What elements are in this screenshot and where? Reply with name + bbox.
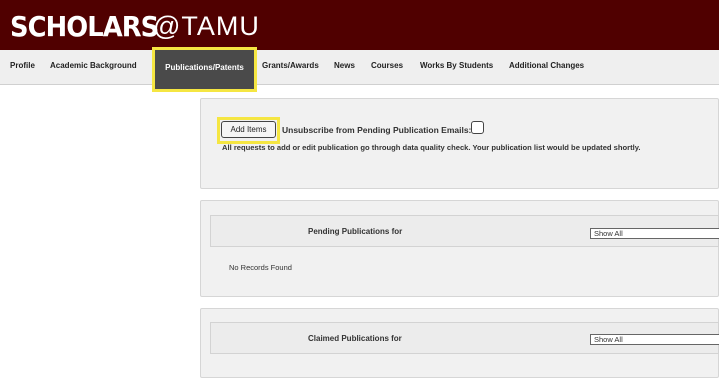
nav-item-works-by-students[interactable]: Works By Students — [420, 61, 493, 70]
claimed-publications-title: Claimed Publications for — [308, 334, 402, 343]
site-header: SCHOLARS @TAMU — [0, 0, 719, 50]
tab-publications-patents-label: Publications/Patents — [165, 63, 244, 72]
pending-filter-select[interactable]: Show All — [590, 228, 719, 239]
nav-item-news[interactable]: News — [334, 61, 355, 70]
tab-publications-patents[interactable]: Publications/Patents — [152, 47, 257, 92]
logo-sub-text: @TAMU — [153, 11, 260, 41]
no-records-text: No Records Found — [229, 263, 292, 272]
pending-publications-title: Pending Publications for — [308, 227, 403, 236]
main-nav: Profile Academic Background Grants/Award… — [0, 50, 719, 85]
claimed-filter-select[interactable]: Show All — [590, 334, 719, 345]
nav-item-additional-changes[interactable]: Additional Changes — [509, 61, 584, 70]
logo-main-text: SCHOLARS — [10, 10, 159, 43]
nav-item-grants-awards[interactable]: Grants/Awards — [262, 61, 319, 70]
add-items-button[interactable]: Add Items — [221, 121, 276, 138]
scholars-logo[interactable]: SCHOLARS @TAMU — [10, 10, 259, 43]
unsubscribe-label: Unsubscribe from Pending Publication Ema… — [282, 125, 472, 135]
nav-item-academic-background[interactable]: Academic Background — [50, 61, 137, 70]
nav-item-courses[interactable]: Courses — [371, 61, 403, 70]
unsubscribe-checkbox[interactable] — [471, 121, 484, 134]
nav-item-profile[interactable]: Profile — [10, 61, 35, 70]
data-quality-notice: All requests to add or edit publication … — [222, 143, 641, 152]
